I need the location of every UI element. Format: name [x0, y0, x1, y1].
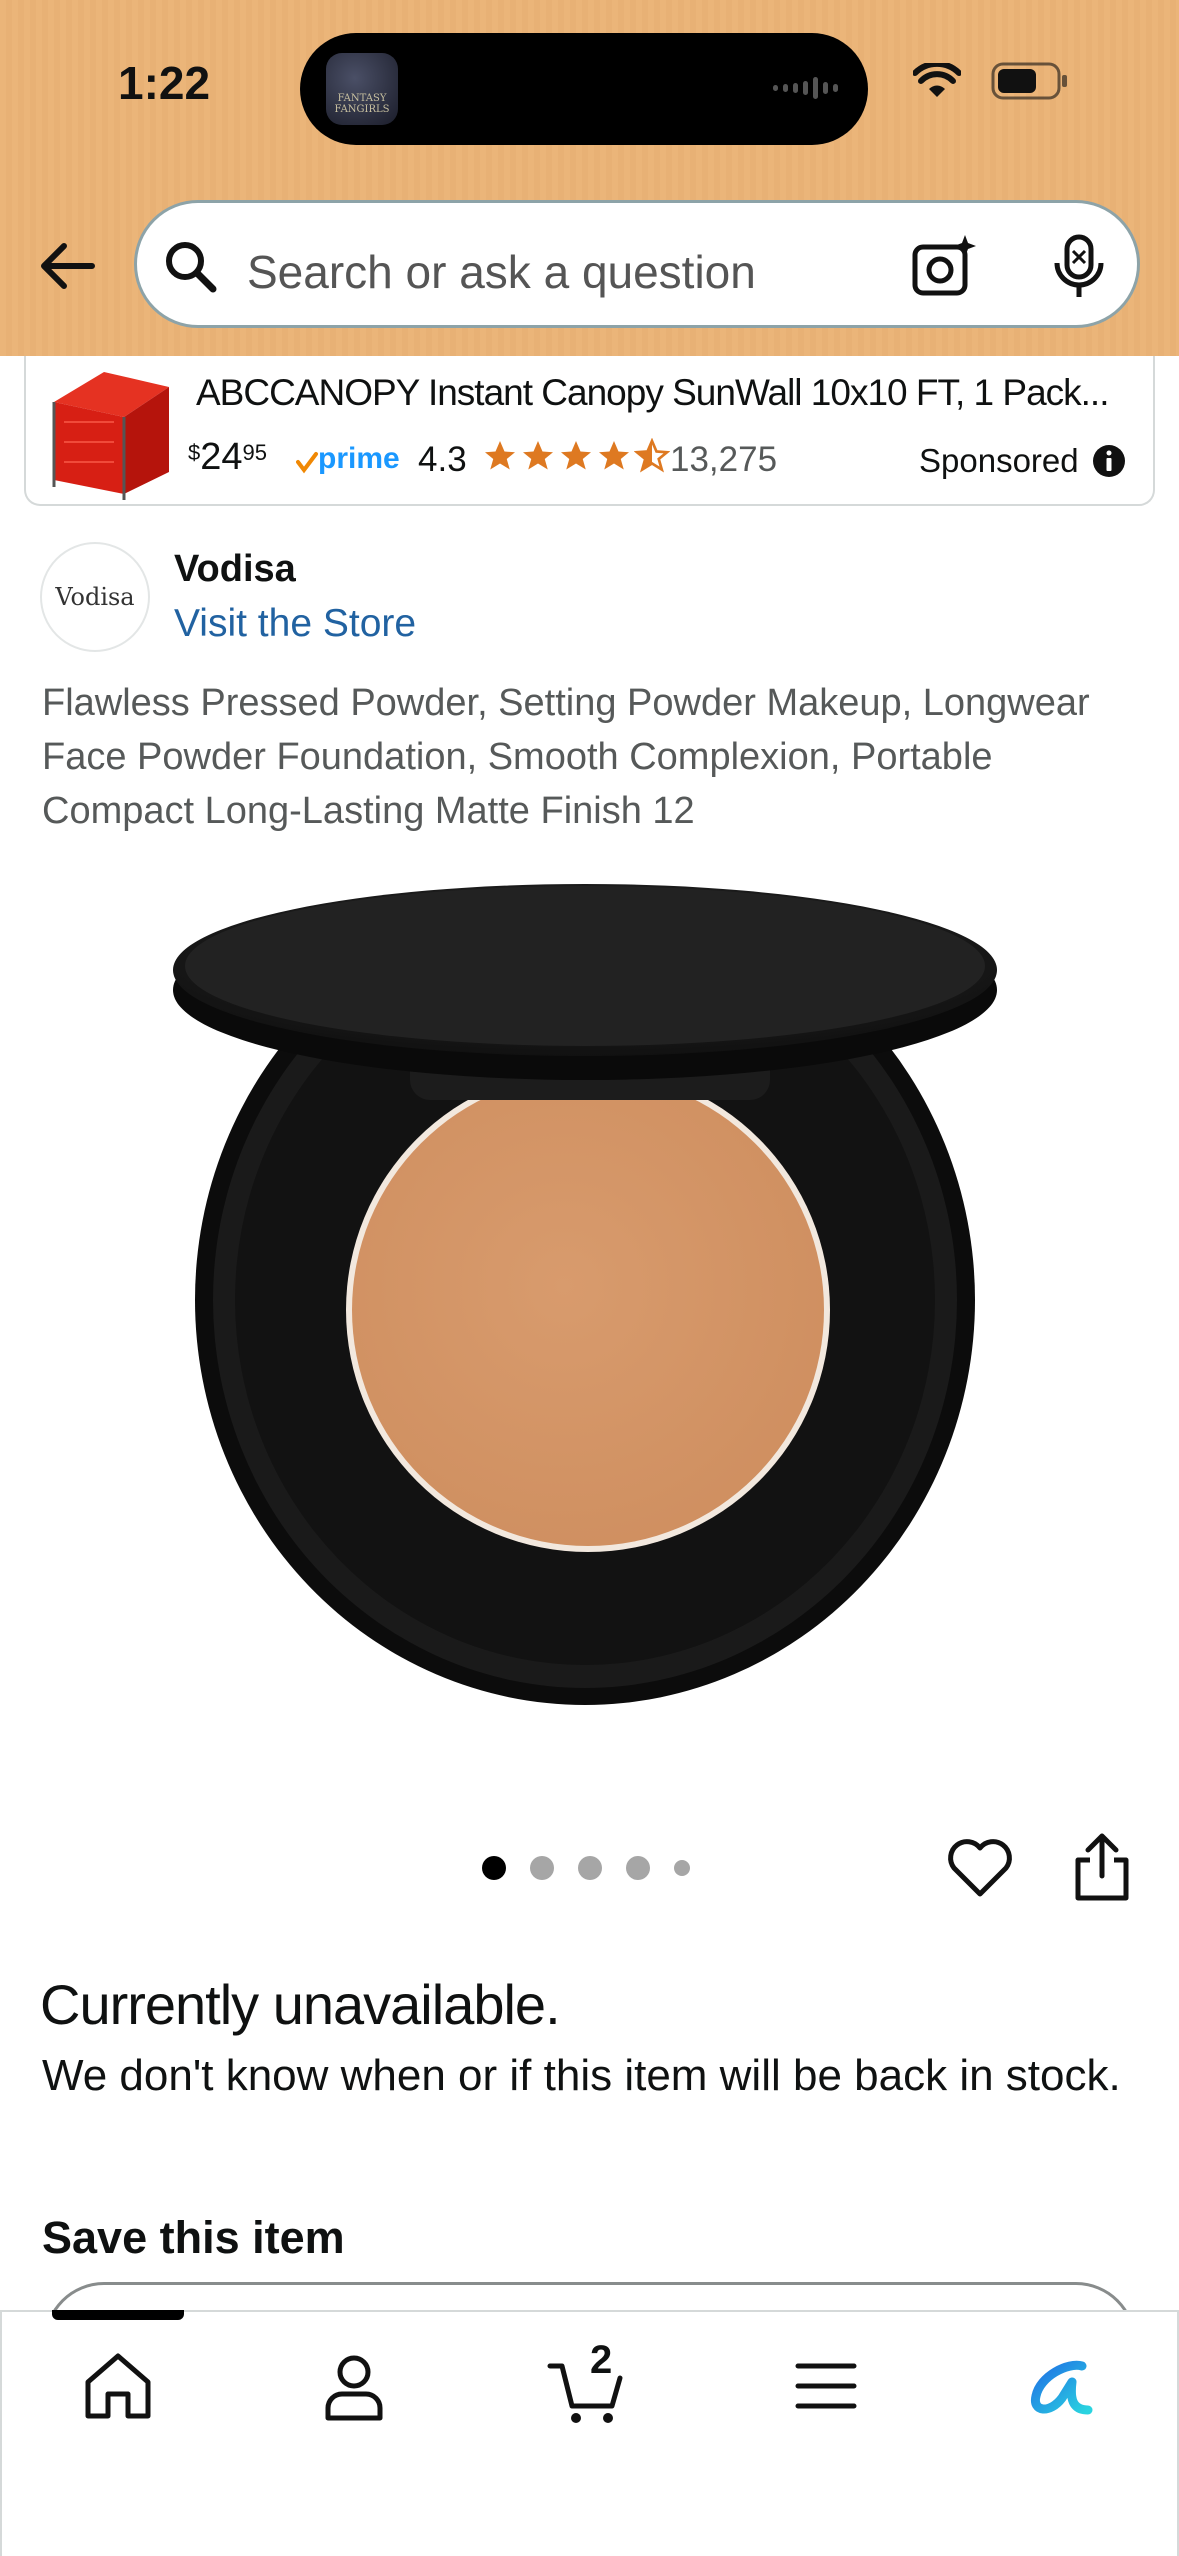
product-title: Flawless Pressed Powder, Setting Powder … [42, 682, 1090, 832]
availability-status: Currently unavailable. [40, 1973, 561, 2036]
save-item-heading: Save this item [42, 2212, 345, 2263]
battery-icon [991, 62, 1067, 100]
search-icon [166, 242, 217, 293]
brand-logo[interactable]: Vodisa [40, 542, 150, 652]
search-placeholder: Search or ask a question [247, 246, 756, 298]
sponsored-label: Sponsored [919, 442, 1079, 479]
canopy-thumbnail [52, 372, 169, 500]
carousel-dot[interactable] [530, 1856, 554, 1880]
microphone-icon[interactable] [1049, 233, 1109, 299]
menu-icon[interactable] [786, 2346, 866, 2426]
ad-price: $2495 [188, 436, 267, 479]
info-icon[interactable] [1092, 444, 1126, 478]
share-icon[interactable] [1070, 1832, 1134, 1902]
image-carousel-dots[interactable] [482, 1856, 690, 1880]
visit-store-link[interactable]: Visit the Store [174, 602, 416, 646]
rufus-icon[interactable] [1020, 2346, 1100, 2426]
search-input[interactable]: Search or ask a question [134, 200, 1140, 328]
prime-label: prime [318, 442, 400, 475]
active-tab-indicator [52, 2310, 184, 2320]
ad-price-fraction: 95 [242, 440, 268, 465]
dynamic-island: FANTASY FANGIRLS [300, 33, 868, 145]
prime-badge-icon: prime [296, 442, 400, 475]
status-icons [913, 62, 1069, 100]
ad-rating: 4.3 [418, 440, 467, 479]
camera-lens-icon[interactable] [911, 233, 977, 299]
ad-review-count: 13,275 [670, 440, 778, 479]
carousel-dot[interactable] [674, 1860, 690, 1876]
ad-title[interactable]: ABCCANOPY Instant Canopy SunWall 10x10 F… [196, 372, 1109, 414]
product-image[interactable] [160, 860, 1020, 1740]
account-icon[interactable] [314, 2346, 394, 2426]
audio-wave-icon [773, 77, 838, 99]
header: 1:22 FANTASY FANGIRLS Search or ask a qu… [0, 0, 1179, 356]
ad-price-whole: 24 [200, 436, 243, 478]
carousel-dot[interactable] [578, 1856, 602, 1880]
cart-count-badge: 2 [590, 2338, 613, 2382]
island-app-icon: FANTASY FANGIRLS [326, 53, 398, 125]
brand-name: Vodisa [174, 548, 296, 590]
back-arrow-icon[interactable] [36, 234, 100, 298]
carousel-dot[interactable] [482, 1856, 506, 1880]
wifi-icon [913, 63, 961, 97]
availability-message: We don't know when or if this item will … [42, 2051, 1121, 2100]
star-rating-icon [482, 438, 670, 474]
ad-price-currency: $ [188, 440, 201, 465]
search-row: Search or ask a question [0, 200, 1179, 332]
home-icon[interactable] [78, 2346, 158, 2426]
heart-icon[interactable] [946, 1836, 1014, 1900]
cart-icon[interactable] [546, 2346, 626, 2426]
carousel-dot[interactable] [626, 1856, 650, 1880]
sponsored-product-card[interactable]: ABCCANOPY Instant Canopy SunWall 10x10 F… [24, 356, 1155, 506]
status-time: 1:22 [118, 57, 211, 109]
